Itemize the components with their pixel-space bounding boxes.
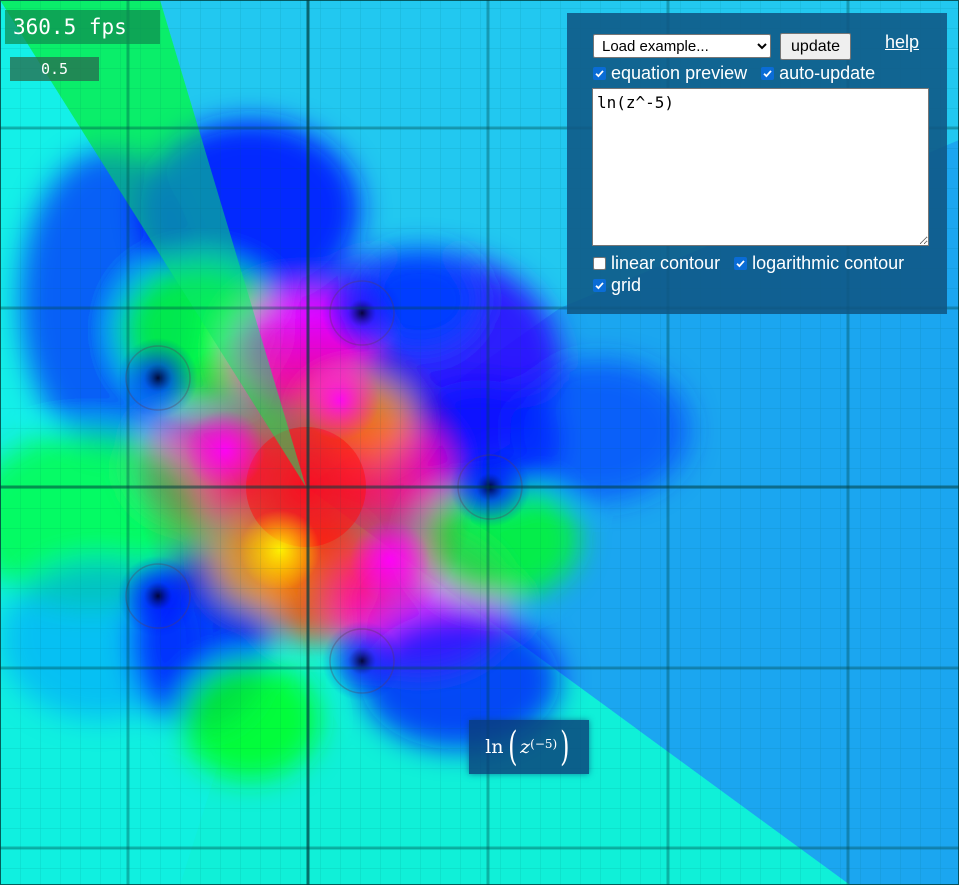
linear-contour-checkbox[interactable] [593,257,606,270]
linear-contour-label[interactable]: linear contour [611,253,720,274]
checkmark-icon [736,260,745,268]
preview-function: ln [485,736,504,758]
checkmark-icon [763,70,772,78]
options-row-top: equation preview auto-update [593,63,875,84]
equation-input[interactable]: ln(z^-5) [592,88,929,246]
grid-checkbox[interactable] [593,279,606,292]
update-button[interactable]: update [780,33,851,60]
equation-preview-checkbox[interactable] [593,67,606,80]
control-panel: Load example... update help equation pre… [567,13,947,314]
parameter-value[interactable]: 0.5 [10,57,99,81]
options-row-contour: linear contour logarithmic contour [593,253,904,274]
auto-update-label[interactable]: auto-update [779,63,875,84]
auto-update-checkbox[interactable] [761,67,775,80]
help-link[interactable]: help [885,32,919,53]
logarithmic-contour-label[interactable]: logarithmic contour [752,253,904,274]
left-paren: ( [507,724,518,770]
logarithmic-contour-checkbox[interactable] [734,257,748,270]
right-paren: ) [560,724,570,770]
grid-label[interactable]: grid [611,275,641,296]
equation-preview-label[interactable]: equation preview [611,63,747,84]
checkmark-icon [595,282,604,290]
preview-exponent: (−5) [530,737,558,751]
options-row-grid: grid [593,275,641,296]
equation-preview: ln ( z (−5) ) [469,720,589,774]
checkmark-icon [595,70,604,78]
fps-counter: 360.5 fps [5,10,160,44]
example-select[interactable]: Load example... [593,34,771,58]
preview-variable: z [520,736,531,758]
